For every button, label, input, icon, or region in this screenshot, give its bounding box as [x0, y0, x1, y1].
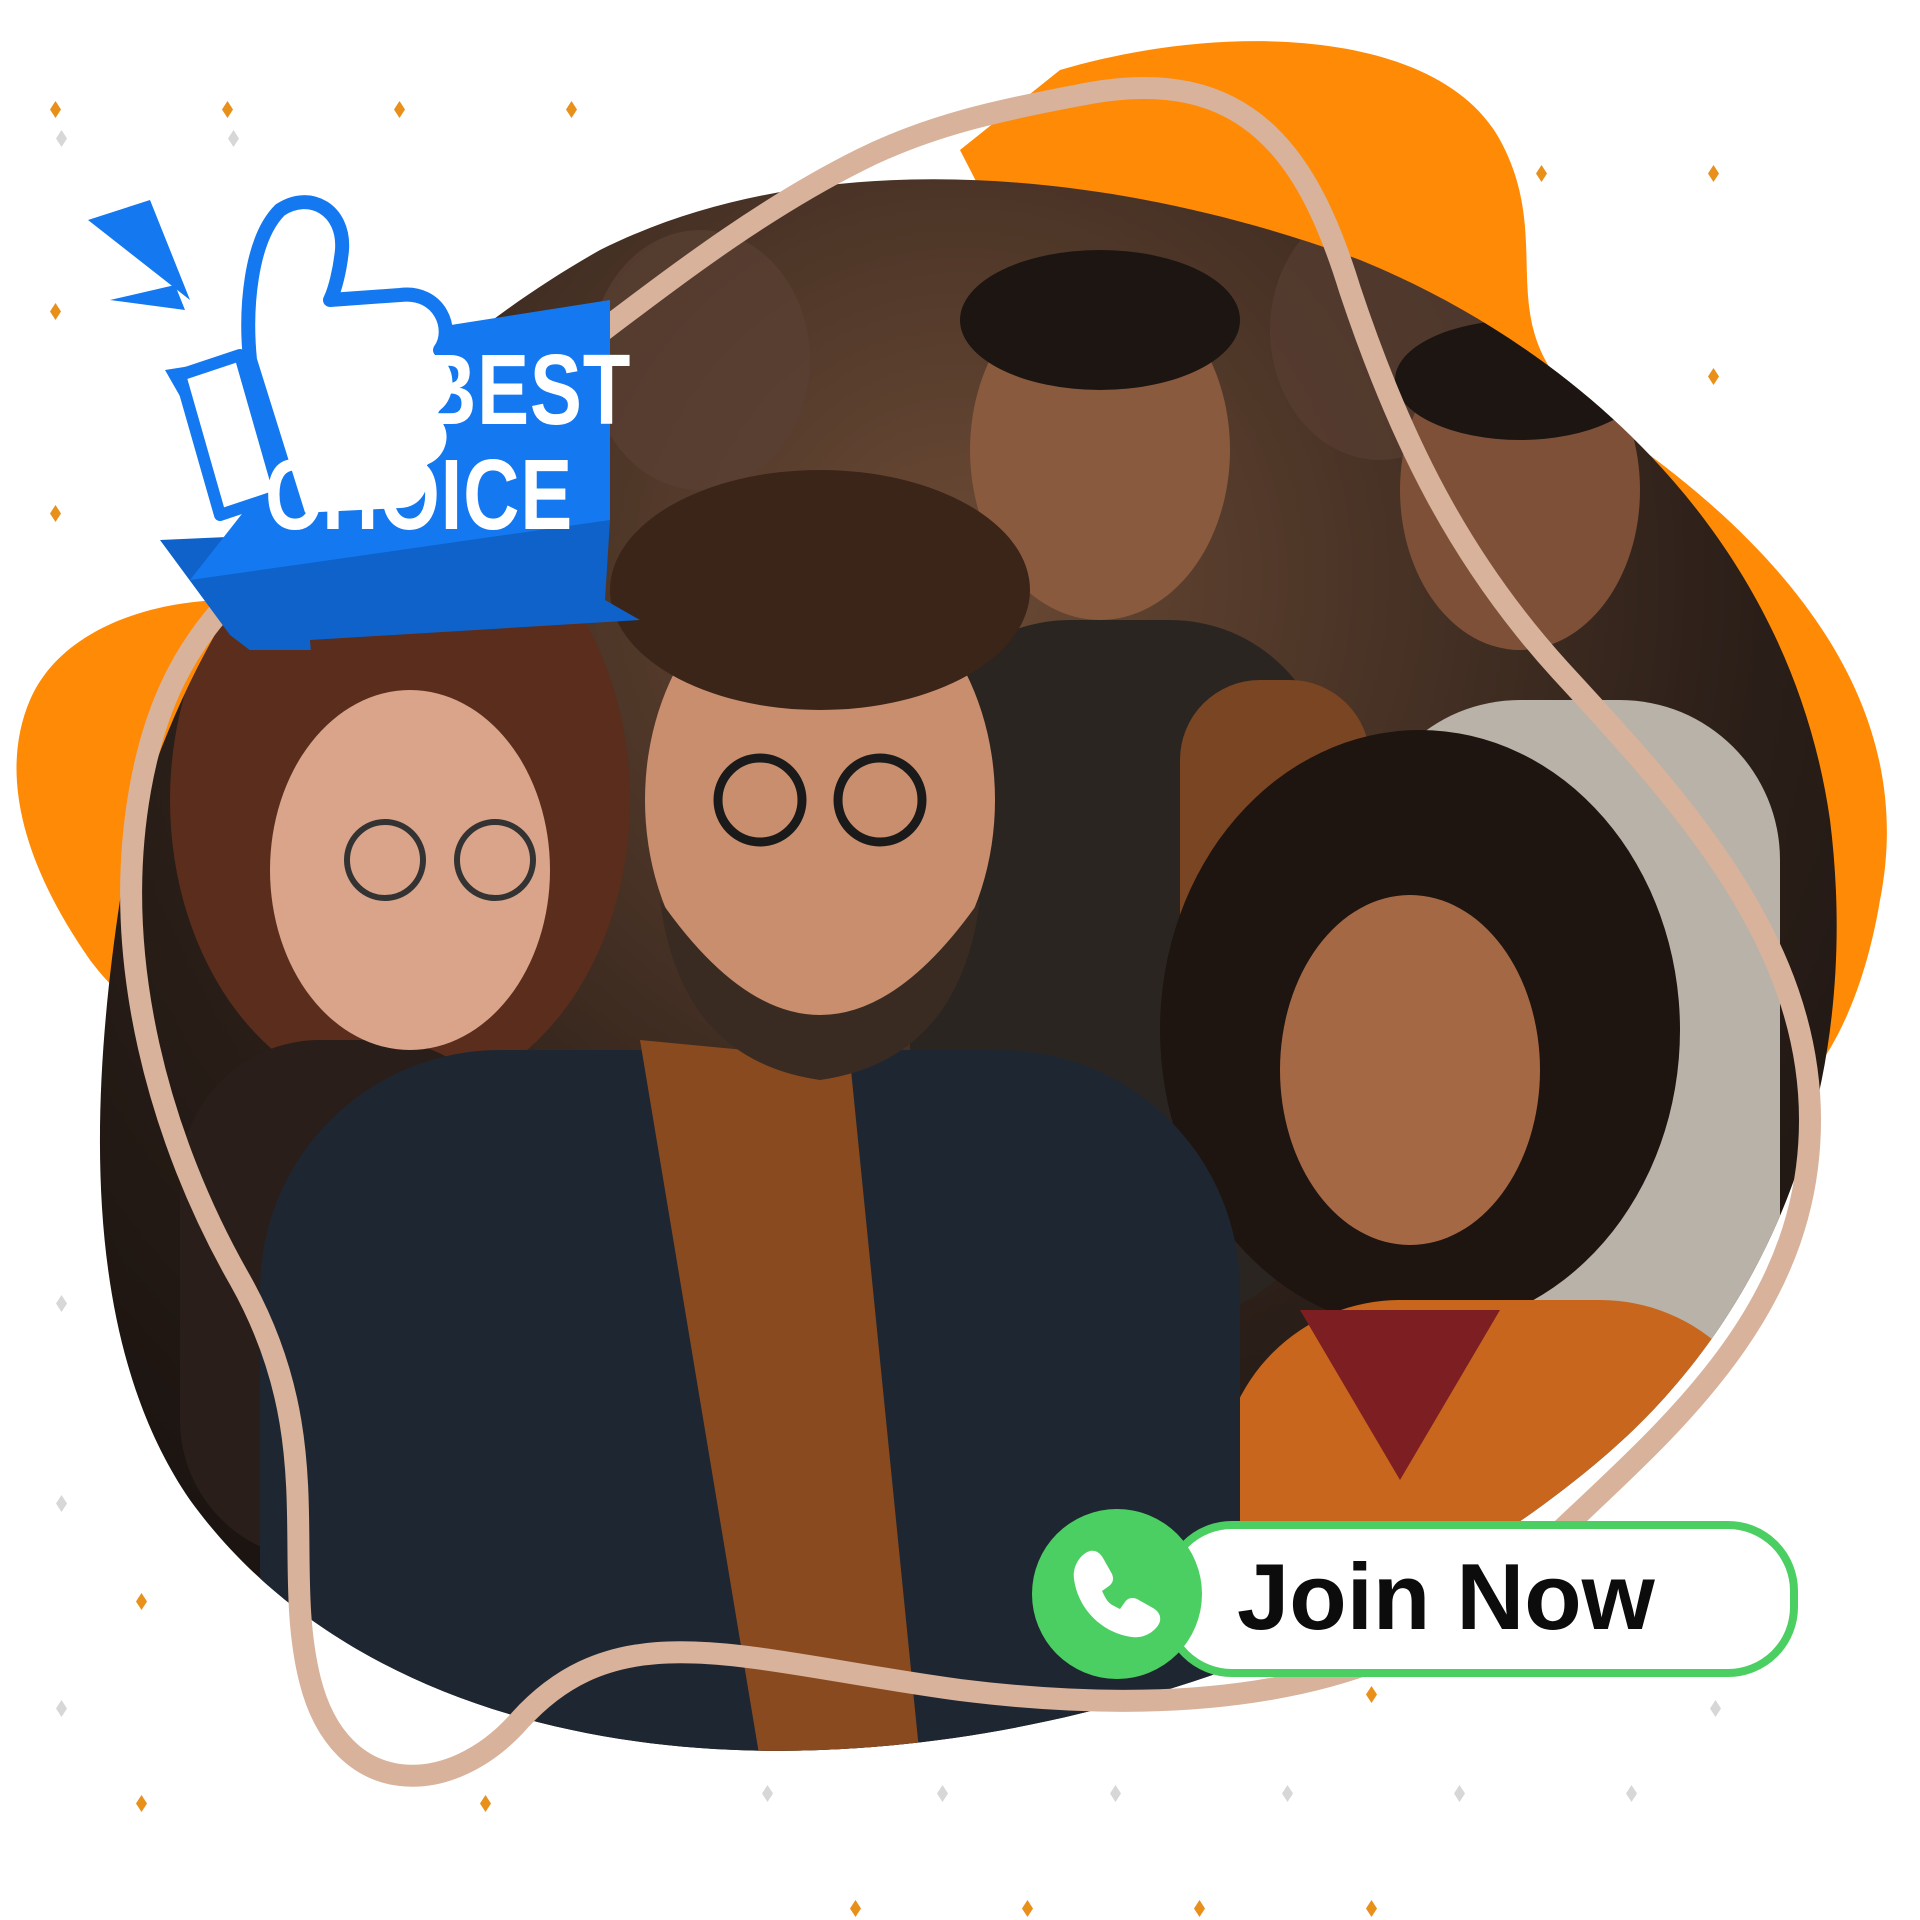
- badge-line-choice: CHOICE: [265, 439, 574, 551]
- phone-icon-circle: [1032, 1509, 1202, 1679]
- badge-line-best: BEST: [420, 334, 632, 446]
- join-now-button[interactable]: Join Now: [1032, 1509, 1804, 1679]
- best-choice-badge: BEST CHOICE: [80, 190, 640, 650]
- promo-banner: BEST CHOICE Join Now: [0, 0, 1920, 1920]
- join-now-label: Join Now: [1237, 1544, 1655, 1649]
- phone-icon: [1073, 1550, 1161, 1638]
